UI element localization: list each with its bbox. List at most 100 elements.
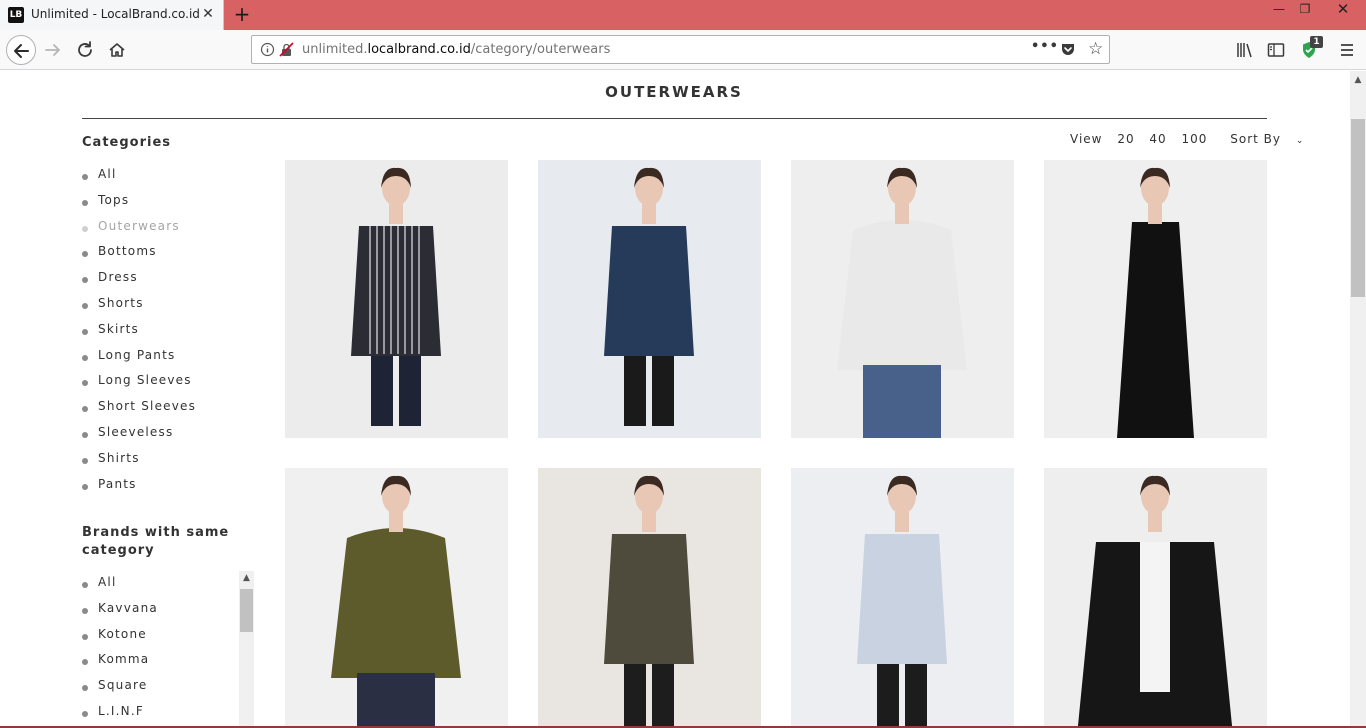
light-blue-jacket-image[interactable] (791, 468, 1014, 728)
url-prefix: unlimited. (302, 42, 368, 57)
product-photo (857, 475, 947, 728)
bullet-icon (82, 354, 88, 361)
back-arrow-icon (14, 44, 29, 58)
bullet-icon (82, 251, 88, 258)
brand-label: Square (98, 678, 148, 693)
scrollbar-thumb[interactable] (240, 589, 253, 632)
address-bar[interactable]: unlimited.localbrand.co.id/category/oute… (251, 35, 1110, 64)
page-scrollbar[interactable]: ▲ (1350, 71, 1366, 728)
sort-by-dropdown[interactable]: Sort By ⌄ (1230, 132, 1314, 146)
scrollbar-thumb[interactable] (1351, 119, 1365, 297)
product-photo (331, 475, 461, 728)
brand-label: Kotone (98, 626, 147, 641)
window-close-button[interactable]: ✕ (1320, 0, 1366, 30)
bullet-icon (82, 633, 88, 640)
bullet-icon (82, 380, 88, 387)
sidebar-icon[interactable] (1266, 40, 1286, 60)
navy-shirt-jacket-image[interactable] (538, 160, 761, 438)
olive-hoodie-image[interactable] (285, 468, 508, 728)
bullet-icon (82, 607, 88, 614)
brand-label: Kavvana (98, 600, 158, 615)
new-tab-button[interactable]: + (232, 4, 252, 24)
tab-title: Unlimited - LocalBrand.co.id (31, 7, 200, 21)
reload-button[interactable] (74, 39, 96, 61)
brand-label: All (98, 575, 117, 589)
product-photo (604, 475, 694, 728)
shield-badge: 1 (1310, 36, 1323, 48)
view-option-40[interactable]: 40 (1149, 132, 1166, 146)
home-icon (109, 43, 125, 57)
tab-close-icon[interactable]: ✕ (200, 6, 216, 22)
bullet-icon (82, 328, 88, 335)
white-hoodie-image[interactable] (791, 160, 1014, 438)
bullet-icon (82, 174, 88, 180)
site-favicon-icon: LB (8, 7, 24, 23)
product-photo (351, 167, 441, 426)
bullet-icon (82, 457, 88, 464)
insecure-lock-icon[interactable] (279, 42, 294, 57)
star-icon[interactable]: ☆ (1088, 40, 1103, 58)
chevron-down-icon: ⌄ (1295, 136, 1305, 146)
brand-label: L.I.N.F (98, 703, 144, 718)
category-label: Tops (98, 192, 130, 207)
category-label: Shirts (98, 450, 140, 465)
category-label: Outerwears (98, 218, 180, 233)
bullet-icon (82, 225, 88, 232)
back-button[interactable] (6, 35, 36, 65)
black-sleeveless-dress-image[interactable] (1044, 160, 1267, 438)
category-label: Pants (98, 476, 137, 491)
categories-heading: Categories (82, 135, 172, 150)
view-label: View (1070, 132, 1103, 146)
navigation-toolbar: unlimited.localbrand.co.id/category/oute… (0, 30, 1366, 70)
url-domain: localbrand.co.id (367, 42, 471, 57)
brand-list-scrollbar[interactable]: ▲ (239, 571, 254, 728)
olive-bomber-jacket-image[interactable] (538, 468, 761, 728)
category-label: Long Sleeves (98, 373, 192, 388)
title-divider (82, 118, 1267, 119)
product-photo (1077, 475, 1233, 728)
category-label: Dress (98, 270, 138, 285)
page-content: OUTERWEARS Categories All Tops Outerwears B… (0, 71, 1350, 728)
category-label: Short Sleeves (98, 399, 197, 414)
forward-button[interactable] (42, 39, 64, 61)
category-label: Bottoms (98, 244, 157, 259)
category-label: Shorts (98, 295, 144, 310)
bullet-icon (82, 302, 88, 309)
bullet-icon (82, 431, 88, 438)
striped-vest-outerwear-image[interactable] (285, 160, 508, 438)
scroll-up-arrow-icon[interactable]: ▲ (1350, 73, 1366, 87)
bullet-icon (82, 710, 88, 717)
category-label: All (98, 167, 117, 181)
hamburger-menu-icon[interactable] (1337, 40, 1357, 60)
product-photo (1117, 167, 1194, 438)
brand-label: Komma (98, 652, 150, 667)
info-icon[interactable] (260, 42, 275, 57)
page-title: OUTERWEARS (605, 83, 743, 101)
bullet-icon (82, 685, 88, 692)
category-label: Skirts (98, 321, 139, 336)
bullet-icon (82, 199, 88, 206)
product-photo (837, 167, 967, 438)
url-text[interactable]: unlimited.localbrand.co.id/category/oute… (302, 42, 610, 57)
brands-heading: Brands with same category (82, 525, 230, 558)
library-icon[interactable] (1235, 40, 1255, 60)
category-label: Sleeveless (98, 424, 174, 439)
view-sort-bar: View 20 40 100 Sort By ⌄ (1070, 132, 1324, 146)
product-photo (604, 167, 694, 426)
bullet-icon (82, 582, 88, 588)
browser-tab[interactable]: LB Unlimited - LocalBrand.co.id ✕ (0, 0, 224, 30)
bullet-icon (82, 277, 88, 284)
forward-arrow-icon (45, 44, 60, 56)
url-path: /category/outerwears (470, 42, 611, 57)
reload-icon (78, 41, 92, 57)
sort-by-label: Sort By (1230, 132, 1282, 146)
view-option-100[interactable]: 100 (1182, 132, 1208, 146)
scroll-up-arrow-icon[interactable]: ▲ (239, 571, 254, 586)
pocket-icon[interactable] (1060, 42, 1076, 57)
view-option-20[interactable]: 20 (1117, 132, 1134, 146)
category-label: Long Pants (98, 347, 176, 362)
page-actions-more-icon[interactable]: ••• (1031, 39, 1059, 54)
bullet-icon (82, 406, 88, 413)
home-button[interactable] (106, 39, 128, 61)
black-sheer-cardigan-image[interactable] (1044, 468, 1267, 728)
